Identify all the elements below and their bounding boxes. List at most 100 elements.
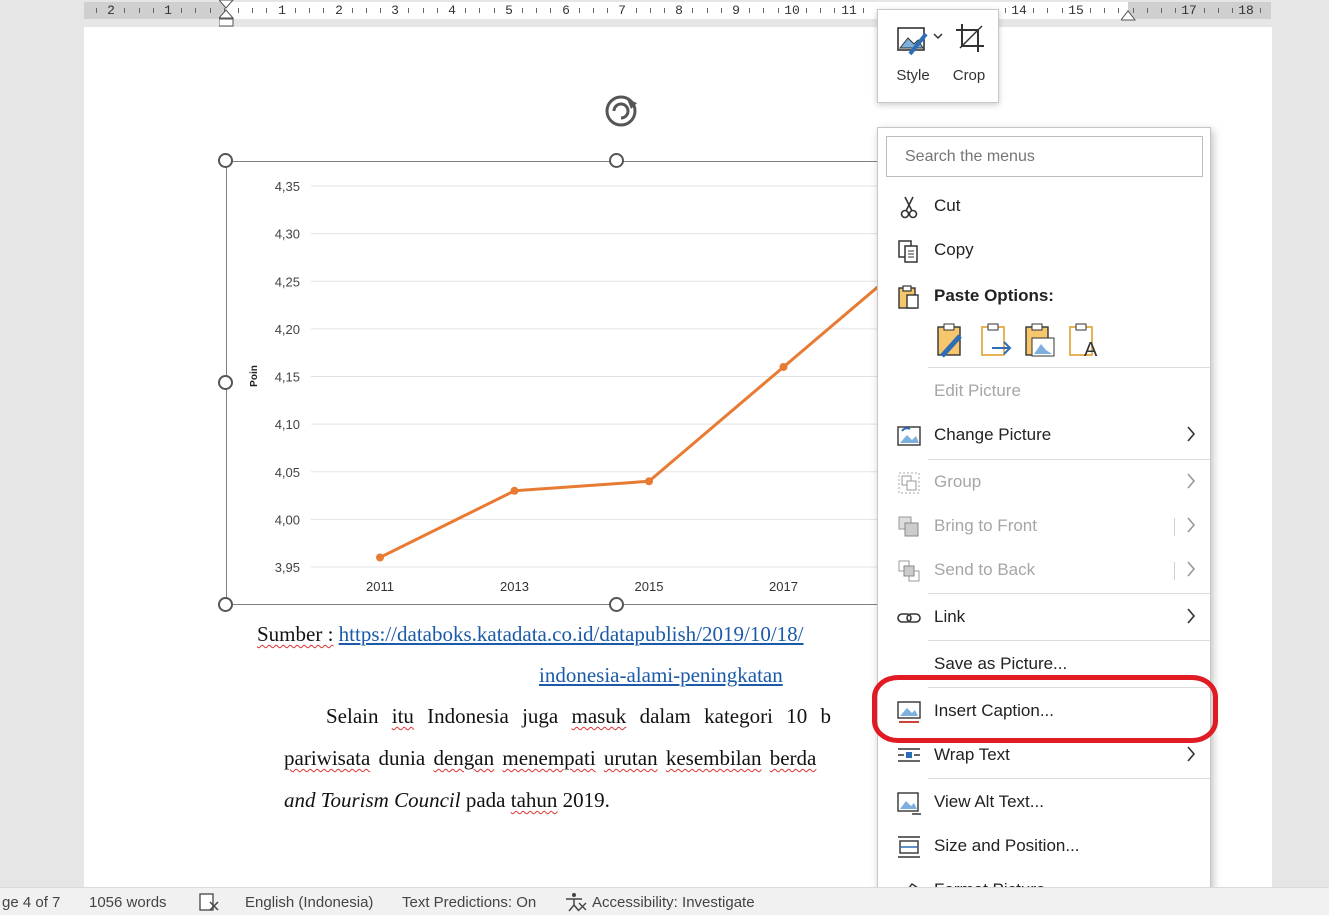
menu-search-input[interactable] [886, 136, 1203, 177]
proofing-icon[interactable] [198, 892, 220, 912]
ruler-tick [294, 8, 296, 13]
chevron-right-icon [1187, 517, 1196, 533]
y-axis-label: Poin [249, 365, 260, 387]
ruler-tick [1161, 8, 1162, 13]
source-link[interactable]: https://databoks.katadata.co.id/datapubl… [339, 622, 804, 646]
data-point [645, 477, 653, 486]
ruler-tick [1090, 8, 1091, 13]
ruler-tick [351, 8, 353, 13]
ruler-tick [1260, 8, 1262, 13]
ruler-tick [422, 8, 424, 13]
style-button[interactable]: Style [884, 10, 943, 104]
y-tick-label: 4,00 [275, 512, 300, 527]
ruler-tick [593, 8, 594, 13]
word: Selain [326, 704, 379, 728]
menu-item-group[interactable]: Group [878, 462, 1212, 502]
paste-text-only-icon[interactable]: A [1066, 322, 1102, 361]
x-tick-label: 2017 [769, 579, 798, 594]
menu-item-link[interactable]: Link [878, 597, 1212, 637]
ruler-tick [1203, 8, 1205, 13]
ruler-tick [635, 8, 637, 13]
data-point [779, 362, 788, 371]
menu-item-copy[interactable]: Copy [878, 230, 1212, 270]
ruler-tick [408, 8, 410, 13]
ruler-tick [664, 8, 665, 13]
ruler-tick [465, 8, 467, 13]
crop-button[interactable]: Crop [940, 10, 998, 104]
word: 2019. [562, 788, 610, 812]
ruler-tick [309, 8, 310, 13]
menu-item-edit-picture[interactable]: Edit Picture [878, 371, 1212, 411]
menu-item-view-alt-text[interactable]: View Alt Text... [878, 782, 1212, 822]
ruler-tick [706, 8, 708, 13]
crop-icon [956, 24, 984, 52]
language-indicator[interactable]: English (Indonesia) [245, 894, 373, 911]
menu-item-bring-to-front[interactable]: Bring to Front [878, 506, 1212, 546]
ruler-tick [124, 8, 126, 13]
resize-handle-bottom-left[interactable] [218, 597, 233, 612]
ruler-number: 10 [784, 3, 800, 18]
word: dunia [378, 746, 426, 770]
wrap-text-icon [898, 748, 920, 762]
group-icon [898, 472, 920, 494]
menu-item-cut[interactable]: Cut [878, 186, 1212, 226]
paste-keep-formatting-icon[interactable] [934, 322, 970, 360]
ruler-tick [1217, 8, 1219, 13]
menu-item-label: Cut [934, 196, 961, 215]
horizontal-ruler[interactable]: 2 1 1 2 3 4 5 6 7 8 9 10 11 14 15 17 18 [0, 0, 1329, 27]
indent-marker[interactable] [219, 0, 234, 28]
ruler-number: 5 [505, 3, 513, 18]
menu-separator [928, 367, 1210, 368]
word: Indonesia [427, 704, 509, 728]
source-link-continued[interactable]: indonesia-alami-peningkatan [539, 663, 783, 688]
ruler-tick [181, 8, 183, 13]
word: berda [769, 746, 817, 770]
accessibility-icon[interactable] [564, 892, 588, 912]
resize-handle-bottom-center[interactable] [609, 597, 624, 612]
resize-handle-top-left[interactable] [218, 153, 233, 168]
chevron-right-icon [1187, 426, 1196, 442]
page-indicator[interactable]: ge 4 of 7 [2, 894, 60, 911]
ruler-tick [607, 8, 609, 13]
text-predictions-indicator[interactable]: Text Predictions: On [402, 894, 536, 911]
y-tick-label: 4,35 [275, 179, 300, 194]
svg-text:A: A [1084, 339, 1098, 360]
chevron-right-icon [1187, 561, 1196, 577]
picture-mini-toolbar: Style Crop [877, 9, 999, 103]
source-label: Sumber : [257, 622, 334, 646]
menu-item-change-picture[interactable]: Change Picture [878, 415, 1212, 455]
ruler-number: 14 [1011, 3, 1027, 18]
rotate-handle-icon[interactable] [601, 93, 641, 129]
resize-handle-top-center[interactable] [609, 153, 624, 168]
word: urutan [603, 746, 658, 770]
menu-item-size-and-position[interactable]: Size and Position... [878, 826, 1212, 866]
chevron-right-icon [1187, 473, 1196, 489]
ruler-tick [550, 8, 552, 13]
ruler-tick [862, 8, 864, 13]
word: pada [465, 788, 506, 812]
annotation-highlight-ellipse [872, 675, 1218, 743]
accessibility-indicator[interactable]: Accessibility: Investigate [592, 894, 755, 911]
menu-item-label: Copy [934, 240, 974, 259]
change-picture-icon [897, 426, 921, 446]
paste-picture-icon[interactable] [1022, 322, 1058, 360]
menu-item-label: Paste Options: [934, 286, 1054, 305]
paragraph-line-2: pariwisata dunia dengan menempati urutan… [284, 746, 816, 771]
word: kategori [704, 704, 773, 728]
menu-separator [928, 778, 1210, 779]
line-chart[interactable]: 3,95 4,00 4,05 4,10 4,15 4,20 4,25 4,30 4,35 2011… [226, 161, 916, 605]
word-count[interactable]: 1056 words [89, 894, 167, 911]
right-indent-marker[interactable] [1121, 8, 1136, 22]
paste-options-header: Paste Options: [878, 276, 1212, 316]
resize-handle-middle-left[interactable] [218, 375, 233, 390]
paste-merge-icon[interactable] [978, 322, 1014, 360]
ruler-tick [1175, 8, 1177, 13]
split-divider [1174, 518, 1175, 536]
menu-item-label: Group [934, 472, 982, 491]
ruler-tick [536, 8, 538, 13]
menu-item-label: Edit Picture [934, 381, 1021, 400]
chevron-right-icon [1187, 608, 1196, 624]
menu-item-send-to-back[interactable]: Send to Back [878, 550, 1212, 590]
ruler-number: 2 [107, 3, 115, 18]
data-point [376, 553, 384, 562]
